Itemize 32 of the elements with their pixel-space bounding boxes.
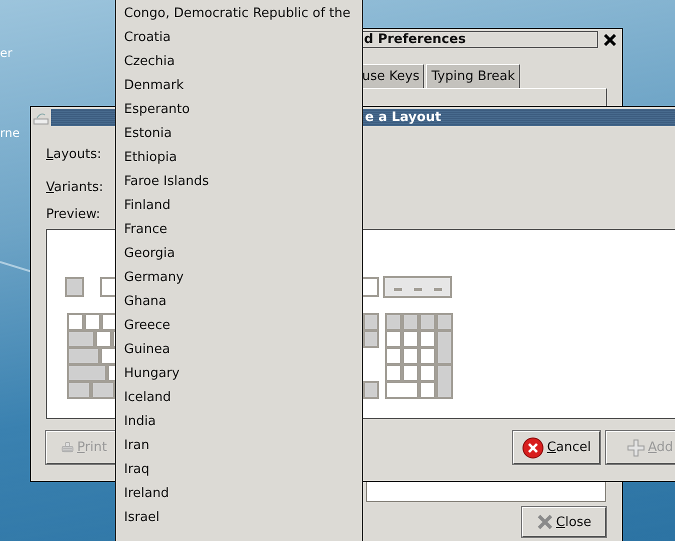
field-label: Layouts: bbox=[46, 147, 102, 162]
menu-item[interactable]: Iceland bbox=[116, 386, 362, 410]
menu-item[interactable]: France bbox=[116, 218, 362, 242]
menu-item[interactable]: Israel bbox=[116, 506, 362, 530]
tab[interactable]: Typing Break bbox=[426, 64, 520, 88]
close-icon bbox=[537, 514, 553, 530]
menu-item[interactable]: Finland bbox=[116, 194, 362, 218]
menu-item[interactable]: Ireland bbox=[116, 482, 362, 506]
menu-item[interactable]: Germany bbox=[116, 266, 362, 290]
plus-icon bbox=[627, 438, 645, 456]
menu-item[interactable]: Ghana bbox=[116, 290, 362, 314]
input-field[interactable] bbox=[366, 480, 606, 502]
menu-item[interactable]: India bbox=[116, 410, 362, 434]
menu-item[interactable]: Hungary bbox=[116, 362, 362, 386]
window-title: e a Layout bbox=[365, 110, 442, 125]
menu-item[interactable]: Iraq bbox=[116, 458, 362, 482]
menu-item[interactable]: Iran bbox=[116, 434, 362, 458]
field-label: Variants: bbox=[46, 180, 104, 195]
menu-item[interactable]: Congo, Democratic Republic of the bbox=[116, 2, 362, 26]
menu-item[interactable]: Guinea bbox=[116, 338, 362, 362]
menu-item[interactable]: Faroe Islands bbox=[116, 170, 362, 194]
menu-item[interactable]: Greece bbox=[116, 314, 362, 338]
menu-item[interactable]: Esperanto bbox=[116, 98, 362, 122]
cancel-button[interactable]: Cancel bbox=[513, 431, 600, 464]
menu-item[interactable]: Ethiopia bbox=[116, 146, 362, 170]
keyboard-icon bbox=[33, 110, 49, 124]
field-label: Preview: bbox=[46, 207, 100, 222]
menu-item[interactable]: Estonia bbox=[116, 122, 362, 146]
menu-item[interactable]: Georgia bbox=[116, 242, 362, 266]
close-icon[interactable] bbox=[604, 34, 616, 46]
close-button[interactable]: Close bbox=[522, 507, 606, 537]
cancel-icon bbox=[522, 436, 544, 458]
